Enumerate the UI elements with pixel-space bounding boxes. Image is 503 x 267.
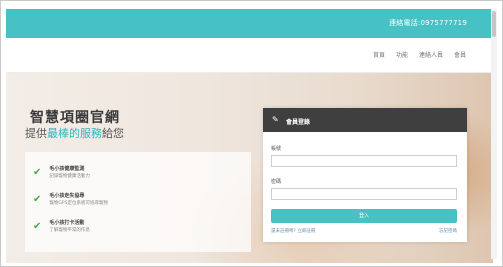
nav-item-home[interactable]: 首頁 xyxy=(373,50,385,59)
check-icon: ✔ xyxy=(33,221,42,232)
nav-item-features[interactable]: 功能 xyxy=(396,50,408,59)
feature-title: 毛小孩走失協尋 xyxy=(49,193,85,199)
login-heading: 會員登錄 xyxy=(286,119,311,126)
browser-frame: 連絡電話:0975777719 首頁 功能 連絡人員 會員 智慧項圈官網 提供最… xyxy=(0,0,503,267)
feature-item: ✔ 毛小孩打卡活動 了解寵物平常的作息 xyxy=(33,220,90,234)
login-header: ✎ 會員登錄 xyxy=(263,108,467,132)
top-bar: 連絡電話:0975777719 xyxy=(6,9,493,38)
register-link[interactable]: 還未註冊嗎? 立即註冊 xyxy=(271,228,315,234)
check-icon: ✔ xyxy=(33,194,42,205)
account-input[interactable] xyxy=(271,155,457,167)
account-label: 帳號 xyxy=(271,146,282,152)
page-title: 智慧項圈官網 xyxy=(30,110,120,126)
navigation-bar: 首頁 功能 連絡人員 會員 xyxy=(6,38,493,73)
forgot-password-link[interactable]: 忘記密碼 xyxy=(439,228,457,234)
nav-menu: 首頁 功能 連絡人員 會員 xyxy=(373,50,466,59)
scrollbar[interactable] xyxy=(491,9,497,259)
feature-title: 毛小孩打卡活動 xyxy=(49,220,85,226)
subtitle-prefix: 提供 xyxy=(25,127,47,140)
page-subtitle: 提供最棒的服務給您 xyxy=(25,125,124,141)
feature-title: 毛小孩健康監測 xyxy=(49,166,85,172)
edit-icon: ✎ xyxy=(272,115,279,124)
password-label: 密碼 xyxy=(271,179,282,185)
password-input[interactable] xyxy=(271,188,457,200)
login-button[interactable]: 登入 xyxy=(271,209,457,223)
feature-item: ✔ 毛小孩健康監測 記錄寵物健康活動力 xyxy=(33,166,90,180)
subtitle-suffix: 給您 xyxy=(102,127,124,140)
nav-item-member[interactable]: 會員 xyxy=(454,50,466,59)
check-icon: ✔ xyxy=(33,167,42,178)
nav-item-contacts[interactable]: 連絡人員 xyxy=(419,50,443,59)
feature-list: ✔ 毛小孩健康監測 記錄寵物健康活動力 ✔ 毛小孩走失協尋 寵物GPS定位系統可… xyxy=(25,152,251,252)
scrollbar-thumb[interactable] xyxy=(492,11,496,37)
feature-desc: 記錄寵物健康活動力 xyxy=(49,174,90,179)
feature-desc: 寵物GPS定位系統可協尋寵物 xyxy=(49,201,108,206)
subtitle-highlight: 最棒的服務 xyxy=(47,127,102,140)
contact-phone: 連絡電話:0975777719 xyxy=(389,19,467,27)
feature-desc: 了解寵物平常的作息 xyxy=(49,228,90,233)
login-panel: ✎ 會員登錄 帳號 密碼 登入 還未註冊嗎? 立即註冊 忘記密碼 xyxy=(263,108,467,242)
feature-item: ✔ 毛小孩走失協尋 寵物GPS定位系統可協尋寵物 xyxy=(33,193,108,207)
